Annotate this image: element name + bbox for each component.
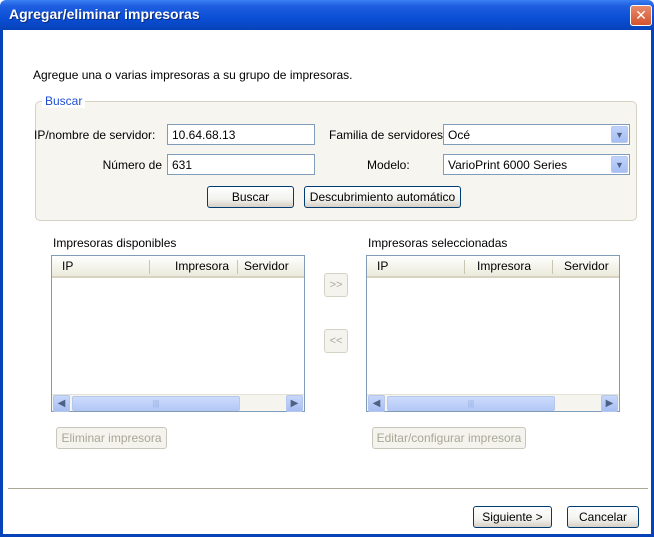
chevron-right-icon[interactable]: ▶: [601, 395, 618, 412]
port-label: Número de: [102, 158, 162, 172]
available-hscroll[interactable]: ◀ ||| ▶: [52, 394, 304, 412]
title-bar: Agregar/eliminar impresoras ✕: [0, 0, 654, 30]
search-group-label: Buscar: [42, 94, 86, 108]
scroll-thumb[interactable]: |||: [387, 396, 555, 411]
intro-text: Agregue una o varias impresoras a su gru…: [33, 68, 353, 82]
family-value: Océ: [448, 128, 471, 142]
chevron-left-icon[interactable]: ◀: [368, 395, 385, 412]
chevron-down-icon[interactable]: ▼: [611, 156, 628, 173]
selected-header: IP Impresora Servidor: [367, 256, 619, 278]
available-header: IP Impresora Servidor: [52, 256, 304, 278]
col-printer[interactable]: Impresora: [477, 259, 531, 273]
col-server[interactable]: Servidor: [564, 259, 609, 273]
remove-from-selected-button[interactable]: <<: [324, 329, 348, 353]
chevron-right-icon[interactable]: ▶: [286, 395, 303, 412]
model-select[interactable]: VarioPrint 6000 Series ▼: [443, 154, 630, 175]
family-select[interactable]: Océ ▼: [443, 124, 630, 145]
model-label: Modelo:: [367, 158, 410, 172]
search-button[interactable]: Buscar: [207, 186, 294, 208]
close-icon[interactable]: ✕: [630, 5, 652, 26]
col-ip[interactable]: IP: [62, 259, 73, 273]
edit-printer-button[interactable]: Editar/configurar impresora: [372, 427, 526, 449]
col-ip[interactable]: IP: [377, 259, 388, 273]
column-separator: [237, 260, 238, 274]
window-title: Agregar/eliminar impresoras: [9, 6, 200, 22]
cancel-button[interactable]: Cancelar: [567, 506, 639, 528]
col-server[interactable]: Servidor: [244, 259, 289, 273]
selected-hscroll[interactable]: ◀ ||| ▶: [367, 394, 619, 412]
family-label: Familia de servidores:: [329, 128, 447, 142]
footer-divider: [8, 488, 648, 490]
selected-list[interactable]: IP Impresora Servidor ◀ ||| ▶: [366, 255, 620, 412]
available-title: Impresoras disponibles: [53, 236, 177, 250]
add-to-selected-button[interactable]: >>: [324, 273, 348, 297]
auto-discover-button[interactable]: Descubrimiento automático: [304, 186, 461, 208]
port-input[interactable]: 631: [167, 154, 315, 175]
column-separator: [552, 260, 553, 274]
scroll-thumb[interactable]: |||: [72, 396, 240, 411]
next-button[interactable]: Siguiente >: [473, 506, 552, 528]
available-list[interactable]: IP Impresora Servidor ◀ ||| ▶: [51, 255, 305, 412]
model-value: VarioPrint 6000 Series: [448, 158, 568, 172]
chevron-down-icon[interactable]: ▼: [611, 126, 628, 143]
remove-printer-button[interactable]: Eliminar impresora: [56, 427, 167, 449]
selected-title: Impresoras seleccionadas: [368, 236, 508, 250]
chevron-left-icon[interactable]: ◀: [53, 395, 70, 412]
column-separator: [464, 260, 465, 274]
col-printer[interactable]: Impresora: [175, 259, 229, 273]
column-separator: [149, 260, 150, 274]
server-input[interactable]: 10.64.68.13: [167, 124, 315, 145]
server-label: IP/nombre de servidor:: [34, 128, 156, 142]
